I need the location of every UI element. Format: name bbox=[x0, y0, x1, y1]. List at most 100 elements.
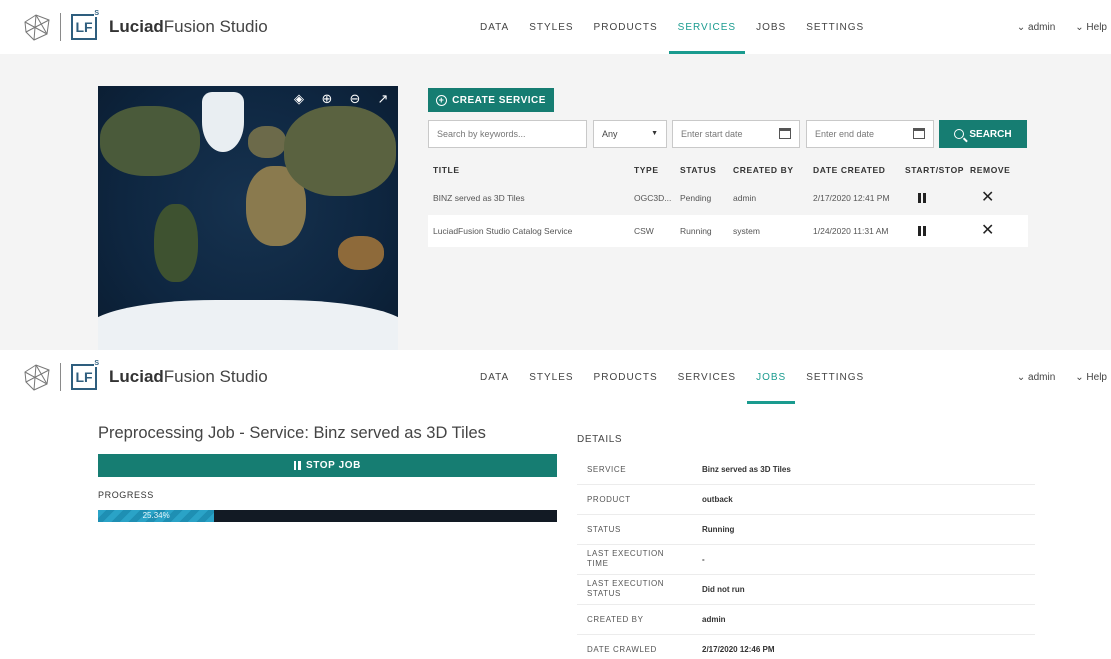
caret-down-icon: ▼ bbox=[651, 130, 658, 137]
app-title: LuciadFusion Studio bbox=[109, 367, 268, 387]
detail-row-created-by: CREATED BY admin bbox=[577, 605, 1035, 635]
world-map[interactable]: ◈ ⊕ ⊖ ↗ bbox=[98, 86, 398, 350]
nav-jobs[interactable]: JOBS bbox=[747, 350, 796, 404]
nav-products[interactable]: PRODUCTS bbox=[594, 350, 658, 404]
row-title[interactable]: BINZ served as 3D Tiles bbox=[433, 182, 525, 214]
end-date-input[interactable]: Enter end date bbox=[806, 120, 934, 148]
type-select[interactable]: Any ▼ bbox=[593, 120, 667, 148]
admin-menu[interactable]: ⌄ admin bbox=[1017, 350, 1055, 404]
app-title-rest: Fusion Studio bbox=[163, 17, 268, 36]
services-screen: LF S LuciadFusion Studio DATA STYLES PROD… bbox=[0, 0, 1111, 350]
row-type: CSW bbox=[634, 226, 654, 236]
nav-services[interactable]: SERVICES bbox=[678, 350, 736, 404]
nav-styles[interactable]: STYLES bbox=[529, 350, 573, 404]
user-menu: ⌄ admin ⌄ Help bbox=[997, 0, 1107, 54]
nav-settings[interactable]: SETTINGS bbox=[806, 350, 864, 404]
calendar-icon[interactable] bbox=[779, 128, 791, 139]
brand[interactable]: LF S LuciadFusion Studio bbox=[22, 10, 268, 44]
app-title-rest: Fusion Studio bbox=[163, 367, 268, 386]
progress-bar: 25.34% bbox=[98, 510, 557, 522]
pause-icon[interactable] bbox=[918, 193, 926, 203]
nav-data[interactable]: DATA bbox=[480, 0, 509, 54]
detail-label: LAST EXECUTION STATUS bbox=[587, 579, 665, 598]
detail-row-status: STATUS Running bbox=[577, 515, 1035, 545]
create-service-button[interactable]: + CREATE SERVICE bbox=[428, 88, 554, 112]
row-date-created: 1/24/2020 11:31 AM bbox=[813, 226, 889, 236]
row-type: OGC3D... bbox=[634, 193, 672, 203]
calendar-icon[interactable] bbox=[913, 128, 925, 139]
services-content: ◈ ⊕ ⊖ ↗ + CREATE SERVICE Search by keywo… bbox=[0, 54, 1111, 350]
map-controls: ◈ ⊕ ⊖ ↗ bbox=[292, 92, 390, 106]
plus-circle-icon: + bbox=[436, 94, 448, 106]
row-date-created: 2/17/2020 12:41 PM bbox=[813, 193, 890, 203]
detail-value: Binz served as 3D Tiles bbox=[702, 465, 791, 474]
job-title: Preprocessing Job - Service: Binz served… bbox=[98, 424, 486, 442]
detail-label: STATUS bbox=[587, 525, 621, 534]
close-icon[interactable]: ✕ bbox=[981, 223, 994, 239]
table-row[interactable]: BINZ served as 3D Tiles OGC3D... Pending… bbox=[428, 182, 1028, 214]
detail-value: Did not run bbox=[702, 585, 745, 594]
table-row[interactable]: LuciadFusion Studio Catalog Service CSW … bbox=[428, 215, 1028, 247]
row-created-by: admin bbox=[733, 193, 757, 203]
map-greenland bbox=[202, 92, 244, 152]
col-status[interactable]: STATUS bbox=[680, 165, 716, 175]
lf-logo-superscript: S bbox=[94, 360, 99, 367]
help-menu[interactable]: ⌄ Help bbox=[1075, 350, 1107, 404]
map-north-america bbox=[100, 106, 200, 176]
search-button[interactable]: SEARCH bbox=[939, 120, 1027, 148]
lf-logo: LF S bbox=[71, 10, 99, 40]
detail-value: 2/17/2020 12:46 PM bbox=[702, 645, 775, 654]
brand-divider bbox=[60, 13, 61, 41]
nav-services[interactable]: SERVICES bbox=[668, 0, 746, 54]
search-button-label: SEARCH bbox=[969, 128, 1012, 140]
col-start-stop: START/STOP bbox=[905, 165, 965, 175]
progress-fill: 25.34% bbox=[98, 510, 215, 522]
map-south-america bbox=[154, 204, 198, 282]
external-link-icon[interactable]: ↗ bbox=[376, 92, 390, 106]
lf-logo-text: LF bbox=[75, 369, 93, 385]
map-australia bbox=[338, 236, 384, 270]
zoom-out-icon[interactable]: ⊖ bbox=[348, 92, 362, 106]
locate-icon[interactable]: ◈ bbox=[292, 92, 306, 106]
keyword-search-input[interactable]: Search by keywords... bbox=[428, 120, 587, 148]
col-type[interactable]: TYPE bbox=[634, 165, 659, 175]
job-detail-screen: LF S LuciadFusion Studio DATA STYLES PROD… bbox=[0, 350, 1111, 659]
admin-menu[interactable]: ⌄ admin bbox=[1017, 0, 1055, 54]
detail-row-last-execution-time: LAST EXECUTION TIME - bbox=[577, 545, 1035, 575]
detail-row-date-crawled: DATE CRAWLED 2/17/2020 12:46 PM bbox=[577, 635, 1035, 659]
app-title-bold: Luciad bbox=[109, 17, 164, 36]
keyword-search-placeholder: Search by keywords... bbox=[437, 129, 526, 139]
col-created-by[interactable]: CREATED BY bbox=[733, 165, 794, 175]
row-title[interactable]: LuciadFusion Studio Catalog Service bbox=[433, 215, 572, 247]
detail-row-service: SERVICE Binz served as 3D Tiles bbox=[577, 455, 1035, 485]
start-date-input[interactable]: Enter start date bbox=[672, 120, 800, 148]
main-nav: DATA STYLES PRODUCTS SERVICES JOBS SETTI… bbox=[480, 350, 884, 404]
row-status: Running bbox=[680, 226, 712, 236]
help-menu[interactable]: ⌄ Help bbox=[1075, 0, 1107, 54]
zoom-in-icon[interactable]: ⊕ bbox=[320, 92, 334, 106]
type-select-value: Any bbox=[602, 129, 618, 139]
luciad-logo-icon bbox=[24, 14, 50, 41]
nav-jobs[interactable]: JOBS bbox=[756, 0, 786, 54]
nav-data[interactable]: DATA bbox=[480, 350, 509, 404]
nav-products[interactable]: PRODUCTS bbox=[594, 0, 658, 54]
col-date-created[interactable]: DATE CREATED bbox=[813, 165, 886, 175]
luciad-logo-icon bbox=[24, 364, 50, 391]
top-navigation-bar: LF S LuciadFusion Studio DATA STYLES PROD… bbox=[0, 0, 1111, 54]
detail-value: Running bbox=[702, 525, 735, 534]
stop-job-button[interactable]: STOP JOB bbox=[98, 454, 557, 477]
nav-settings[interactable]: SETTINGS bbox=[806, 0, 864, 54]
detail-label: LAST EXECUTION TIME bbox=[587, 549, 665, 568]
detail-row-last-execution-status: LAST EXECUTION STATUS Did not run bbox=[577, 575, 1035, 605]
progress-label: PROGRESS bbox=[98, 490, 154, 500]
nav-styles[interactable]: STYLES bbox=[529, 0, 573, 54]
brand[interactable]: LF S LuciadFusion Studio bbox=[22, 360, 268, 394]
col-title[interactable]: TITLE bbox=[433, 165, 460, 175]
app-title-bold: Luciad bbox=[109, 367, 164, 386]
pause-icon[interactable] bbox=[918, 226, 926, 236]
close-icon[interactable]: ✕ bbox=[981, 190, 994, 206]
detail-label: DATE CRAWLED bbox=[587, 645, 657, 654]
row-created-by: system bbox=[733, 226, 760, 236]
start-date-placeholder: Enter start date bbox=[681, 129, 743, 139]
brand-divider bbox=[60, 363, 61, 391]
